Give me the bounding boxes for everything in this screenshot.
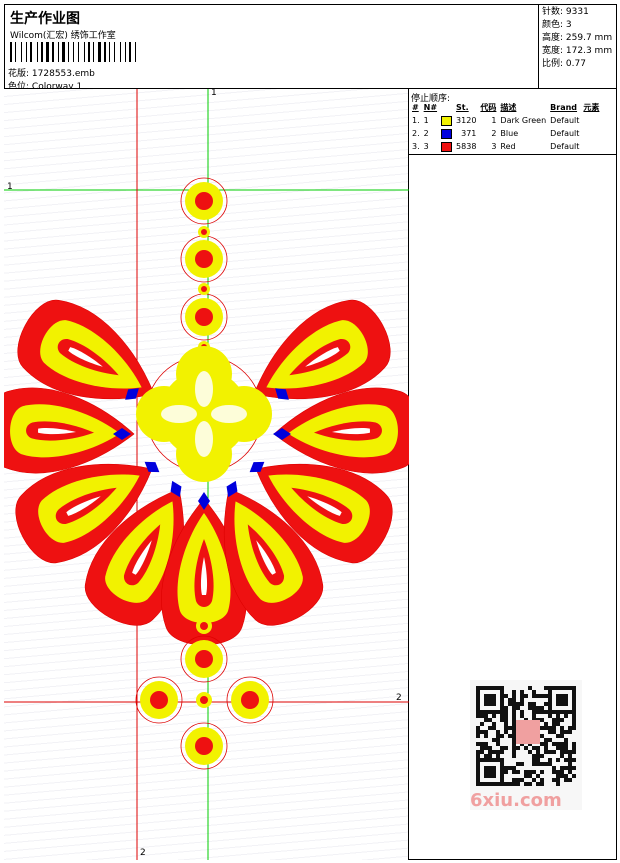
spec-colors: 颜色: 3 [542,20,572,30]
barcode-bar [39,42,40,62]
barcode-bar [73,42,74,62]
bead-bottom-1 [180,635,228,683]
barcode-bar [50,42,51,62]
barcode-bar [125,42,126,62]
company-name: Wilcom(汇宏) 绣饰工作室 [10,31,116,41]
barcode-bar [44,42,45,62]
barcode-bar [78,42,79,62]
stop-sequence-table: # N# St. 代码 描述 Brand 元素 1. 1 3120 1 Dark… [410,101,601,153]
bead-top-1 [180,177,228,225]
color-swatch [441,141,453,152]
barcode-bar [15,42,16,62]
barcode-bar [84,42,85,62]
barcode-bar [88,42,90,62]
barcode-bar [98,42,101,62]
barcode-bar [93,42,94,62]
barcode-bar [37,42,38,62]
barcode-bar [13,42,14,62]
center-flower [136,346,272,482]
barcode [10,42,145,62]
barcode-bar [21,42,22,62]
specs-panel: 针数: 9331 颜色: 3 高度: 259.7 mm 宽度: 172.3 mm… [538,4,617,89]
stop-sequence-panel: 停止顺序: # N# St. 代码 描述 Brand 元素 1. 1 3120 … [409,89,617,155]
table-row: 3. 3 5838 3 Red Default [412,141,580,152]
barcode-bar [80,42,83,62]
barcode-bar [33,42,36,62]
reg-green-h: 1 [7,182,13,192]
barcode-bar [91,42,92,62]
barcode-bar [75,42,77,62]
spec-width: 宽度: 172.3 mm [542,46,613,56]
barcode-bar [120,42,121,62]
barcode-bar [26,42,27,62]
barcode-bar [60,42,61,62]
reg-red-h: 2 [396,693,402,703]
bead-top-2 [180,235,228,283]
design-canvas [0,89,422,860]
sheet-title: 生产作业图 [10,11,80,27]
bead-bottom-2 [180,722,228,770]
barcode-bar [116,42,119,62]
barcode-bar [104,42,106,62]
barcode-bar [102,42,103,62]
barcode-bar [107,42,108,62]
barcode-bar [127,42,128,62]
barcode-bar [111,42,113,62]
barcode-bar [122,42,124,62]
barcode-bar [52,42,54,62]
barcode-bar [132,42,134,62]
embroidery-design [0,89,422,860]
barcode-bar [28,42,29,62]
barcode-bar [62,42,65,62]
table-row: 2. 2 371 2 Blue Default [412,128,580,139]
bead-right [226,676,274,724]
barcode-bar [86,42,87,62]
sheet-header: 生产作业图 Wilcom(汇宏) 绣饰工作室 花版: 1728553.emb 色… [4,4,617,92]
barcode-bar [46,42,49,62]
reg-green-v: 1 [211,88,217,98]
barcode-bar [135,42,136,62]
reg-red-v: 2 [140,848,146,858]
barcode-bar [55,42,57,62]
table-header-row: # N# St. 代码 描述 Brand 元素 [412,103,600,112]
bead-left [135,676,183,724]
barcode-bar [17,42,20,62]
watermark: 6xiu.com [470,790,562,811]
table-row: 1. 1 3120 1 Dark Green Default [412,115,580,126]
qr-code-image [476,686,576,786]
barcode-bar [109,42,110,62]
barcode-bar [95,42,97,62]
barcode-bar [41,42,43,62]
spec-height: 高度: 259.7 mm [542,33,613,43]
spec-stitches: 针数: 9331 [542,7,589,17]
barcode-bar [10,42,12,62]
bead-top-3 [180,293,228,341]
barcode-bar [114,42,115,62]
color-swatch [441,128,453,139]
spec-scale: 比例: 0.77 [542,59,586,69]
design-line: 花版: 1728553.emb [8,66,95,79]
barcode-bar [68,42,69,62]
design-label: 花版: [8,69,30,79]
color-swatch [441,115,453,126]
barcode-bar [23,42,25,62]
barcode-bar [70,42,72,62]
barcode-bar [137,42,140,62]
barcode-bar [66,42,67,62]
barcode-bar [129,42,131,62]
design-file: 1728553.emb [31,69,95,79]
barcode-bar [30,42,32,62]
barcode-bar [58,42,59,62]
